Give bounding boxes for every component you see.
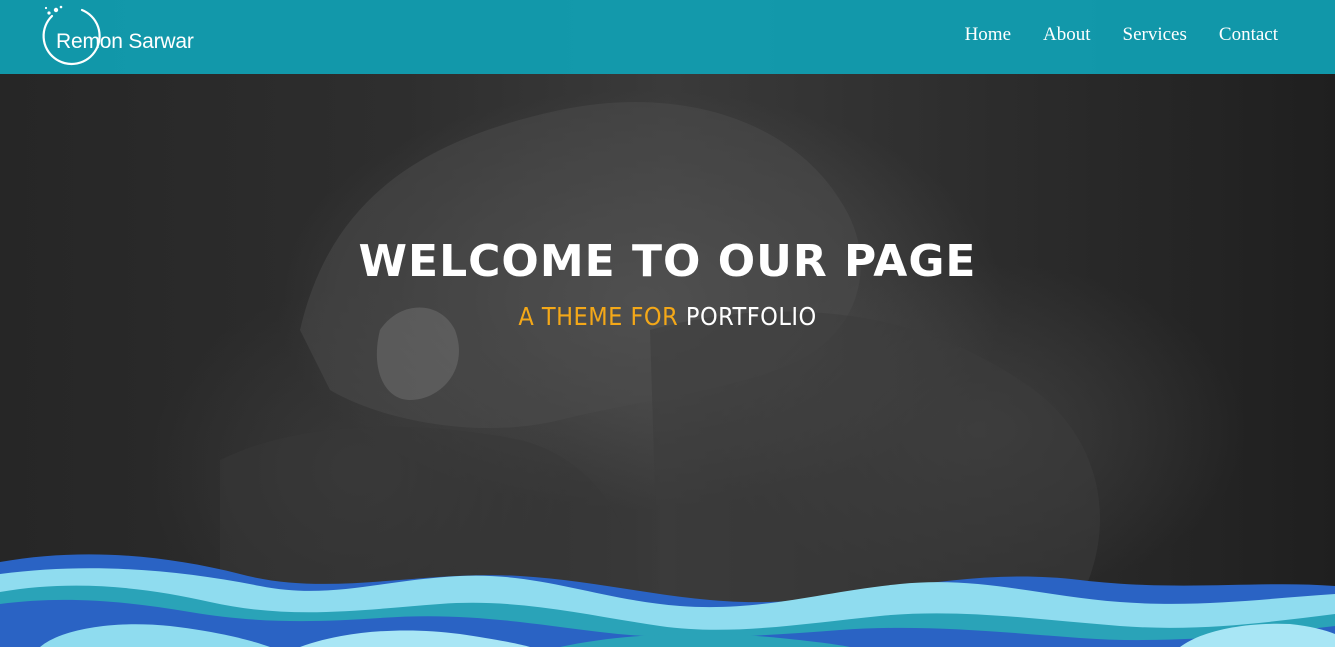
hero-subtitle-highlight: PORTFOLIO (685, 302, 817, 331)
wave-decoration (0, 554, 1335, 647)
hero-text-block: WELCOME TO OUR PAGE A THEME FOR PORTFOLI… (0, 232, 1335, 332)
main-nav: Home About Services Contact (965, 24, 1278, 46)
navbar: Remon Sarwar Home About Services Contact (0, 0, 1335, 74)
nav-about-link[interactable]: About (1043, 24, 1091, 46)
hero-title: WELCOME TO OUR PAGE (358, 236, 977, 287)
brand-logo[interactable]: Remon Sarwar (38, 4, 198, 66)
nav-services-link[interactable]: Services (1123, 24, 1187, 46)
nav-contact-link[interactable]: Contact (1219, 24, 1278, 46)
nav-home-link[interactable]: Home (965, 24, 1011, 46)
hero-subtitle: A THEME FOR PORTFOLIO (0, 302, 1335, 332)
brand-name: Remon Sarwar (56, 30, 194, 53)
hero-subtitle-accent: A THEME FOR (518, 302, 679, 331)
